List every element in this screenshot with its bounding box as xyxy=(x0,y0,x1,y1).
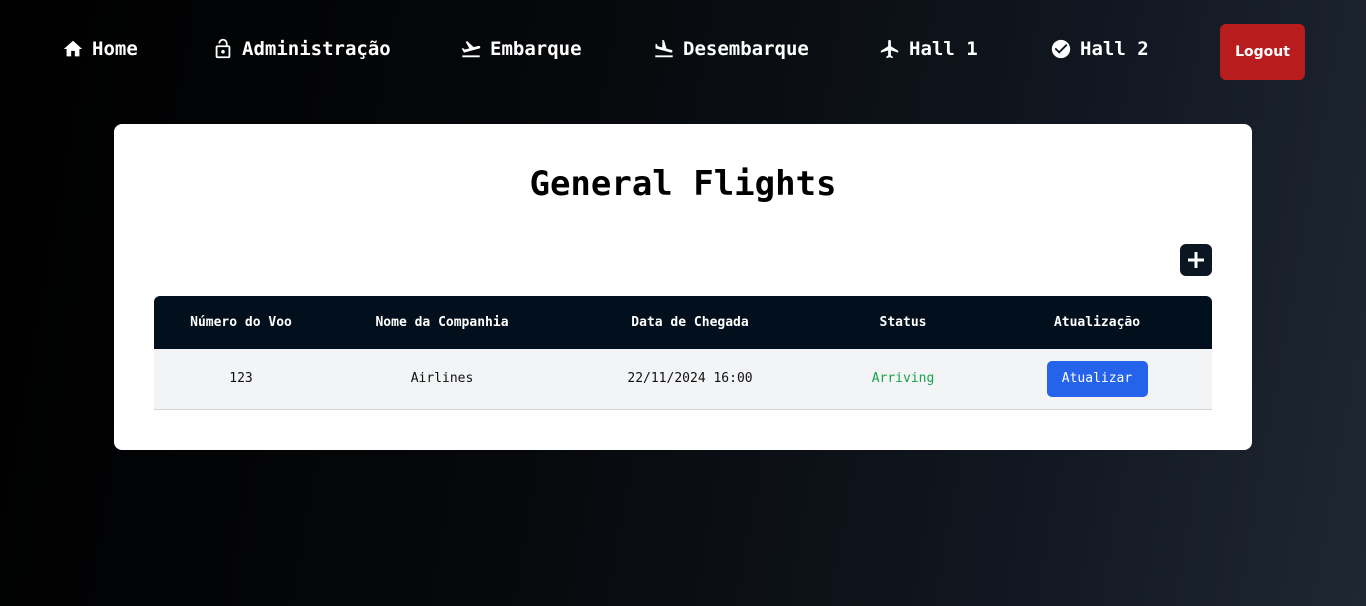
header-update: Atualização xyxy=(1053,315,1141,330)
nav-desembarque-label: Desembarque xyxy=(683,38,809,60)
logout-button[interactable]: Logout xyxy=(1220,24,1305,80)
cell-flight-number: 123 xyxy=(229,371,253,386)
cell-arrival-date: 22/11/2024 16:00 xyxy=(627,371,753,386)
update-button[interactable]: Atualizar xyxy=(1046,360,1148,397)
cell-company: Airlines xyxy=(410,371,474,386)
nav-hall-1[interactable]: Hall 1 xyxy=(879,36,978,62)
flight-takeoff-icon xyxy=(460,38,482,60)
nav-desembarque[interactable]: Desembarque xyxy=(653,36,809,62)
top-navbar: Home Administração Embarque Desembarque … xyxy=(0,0,1366,100)
nav-hall-2[interactable]: Hall 2 xyxy=(1050,36,1149,62)
nav-embarque[interactable]: Embarque xyxy=(460,36,582,62)
header-flight-number: Número do Voo xyxy=(190,315,292,330)
nav-administracao[interactable]: Administração xyxy=(212,36,391,62)
home-icon xyxy=(62,38,84,60)
check-circle-icon xyxy=(1050,38,1072,60)
flight-land-icon xyxy=(653,38,675,60)
table-header: Número do Voo Nome da Companhia Data de … xyxy=(154,296,1212,349)
nav-home-label: Home xyxy=(92,38,138,60)
plus-icon xyxy=(1188,252,1204,268)
nav-home[interactable]: Home xyxy=(62,36,138,62)
table-row: 123 Airlines 22/11/2024 16:00 Arriving A… xyxy=(154,349,1212,410)
airplane-icon xyxy=(879,38,901,60)
nav-administracao-label: Administração xyxy=(242,38,391,60)
header-status: Status xyxy=(879,315,927,330)
header-company: Nome da Companhia xyxy=(375,315,509,330)
page-title: General Flights xyxy=(529,164,837,204)
header-arrival-date: Data de Chegada xyxy=(631,315,749,330)
cell-status: Arriving xyxy=(871,371,935,386)
lock-icon xyxy=(212,38,234,60)
flights-table: Número do Voo Nome da Companhia Data de … xyxy=(154,296,1212,410)
nav-embarque-label: Embarque xyxy=(490,38,582,60)
add-flight-button[interactable] xyxy=(1180,244,1212,276)
cell-update: Atualizar xyxy=(982,349,1212,409)
nav-hall-2-label: Hall 2 xyxy=(1080,38,1149,60)
nav-hall-1-label: Hall 1 xyxy=(909,38,978,60)
